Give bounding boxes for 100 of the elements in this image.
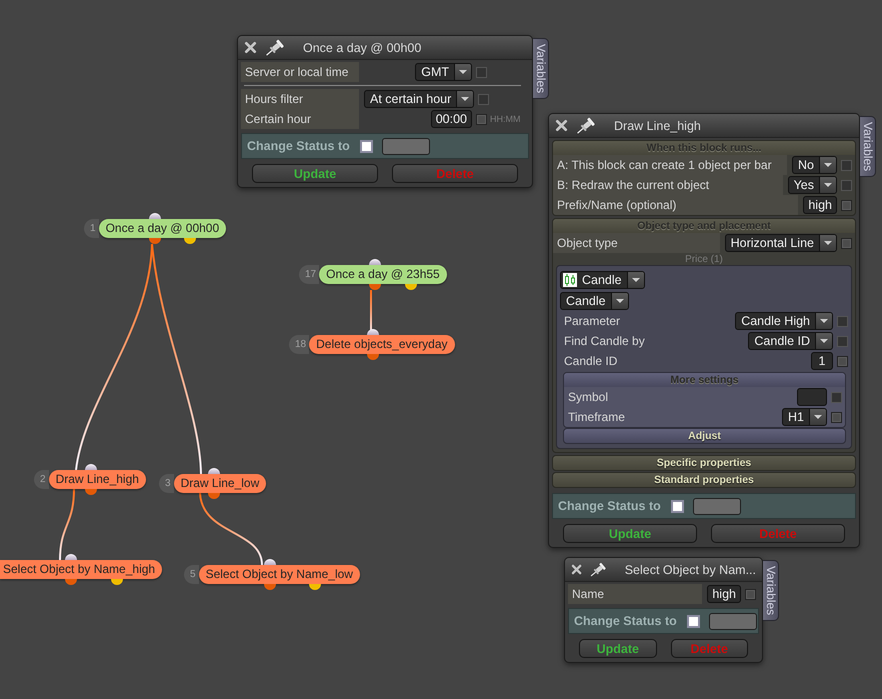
input-port-icon[interactable]	[264, 559, 276, 565]
dropdown[interactable]: At certain hour	[364, 90, 474, 108]
caret-icon	[814, 415, 822, 419]
input-port-icon[interactable]	[148, 213, 161, 219]
field-label: Server or local time	[241, 62, 359, 82]
checkbox[interactable]	[745, 588, 756, 600]
node-number: 1	[84, 219, 99, 238]
dropdown[interactable]: GMT	[415, 63, 472, 81]
field-label: Object type	[553, 233, 720, 253]
update-button[interactable]: Update	[579, 639, 656, 658]
caret-icon	[616, 298, 624, 302]
node-number: 17	[299, 265, 320, 284]
checkbox[interactable]	[837, 356, 848, 366]
dropdown[interactable]: Yes	[788, 176, 837, 194]
caret-icon	[824, 241, 832, 245]
dropdown[interactable]: Horizontal Line	[724, 234, 837, 252]
close-icon[interactable]	[571, 563, 582, 576]
update-button[interactable]: Update	[563, 524, 697, 543]
caret-icon	[459, 70, 467, 74]
checkbox[interactable]	[360, 140, 373, 152]
status-field[interactable]	[382, 138, 430, 154]
variables-tab[interactable]: Variables	[860, 116, 876, 178]
output-port-icon[interactable]	[148, 238, 161, 244]
text-field[interactable]: high	[707, 585, 741, 603]
status-field[interactable]	[693, 498, 741, 514]
field-label: Prefix/Name (optional)	[553, 195, 798, 215]
field-label: Hours filter	[241, 89, 359, 109]
field-label: Symbol	[567, 389, 610, 406]
variables-tab[interactable]: Variables	[533, 38, 549, 100]
format-hint: HH:MM	[490, 114, 522, 124]
candlestick-icon	[563, 272, 577, 286]
node-number: 2	[34, 470, 49, 489]
output-port-icon[interactable]	[65, 579, 78, 585]
field-label: Certain hour	[241, 109, 359, 129]
field-label: Timeframe	[567, 409, 626, 426]
flow-node[interactable]: Draw Line_low	[174, 474, 266, 493]
checkbox[interactable]	[476, 114, 487, 124]
input-port-icon[interactable]	[65, 554, 78, 560]
input-port-icon[interactable]	[369, 259, 382, 265]
group-title: Price (1)	[684, 254, 724, 265]
variables-tab[interactable]: Variables	[763, 560, 779, 622]
field-label: Parameter	[563, 313, 622, 330]
status-label: Change Status to	[574, 614, 678, 628]
node-number: 18	[289, 335, 310, 354]
flow-node[interactable]: Once a day @ 00h00	[98, 219, 226, 238]
flow-node[interactable]: Delete objects_everyday	[309, 335, 455, 354]
flow-node[interactable]: Draw Line_high	[48, 470, 146, 489]
dropdown[interactable]: No	[792, 156, 837, 174]
checkbox[interactable]	[841, 200, 852, 210]
text-field[interactable]: high	[803, 196, 837, 214]
caret-icon	[824, 183, 832, 187]
window-title: Select Object by Nam...	[624, 562, 756, 576]
section-header[interactable]: Standard properties	[552, 472, 856, 488]
alt-output-port-icon[interactable]	[404, 284, 417, 290]
section-header[interactable]: Specific properties	[552, 455, 856, 471]
output-port-icon[interactable]	[208, 493, 220, 499]
output-port-icon[interactable]	[85, 489, 98, 495]
text-field[interactable]	[797, 388, 827, 406]
caret-icon	[820, 319, 828, 323]
text-field[interactable]: 00:00	[430, 110, 472, 128]
flow-node[interactable]: Once a day @ 23h55	[319, 265, 447, 284]
caret-icon	[461, 97, 470, 101]
text-field[interactable]: 1	[811, 352, 833, 370]
flow-node[interactable]: Select Object by Name_low	[198, 565, 360, 584]
alt-output-port-icon[interactable]	[308, 584, 321, 590]
status-label: Change Status to	[247, 139, 351, 153]
checkbox[interactable]	[831, 412, 842, 422]
status-field[interactable]	[709, 612, 757, 630]
dropdown[interactable]: Candle High	[735, 312, 833, 330]
connection-line	[59, 488, 75, 560]
alt-output-port-icon[interactable]	[184, 238, 196, 244]
input-port-icon[interactable]	[367, 329, 380, 335]
update-button[interactable]: Update	[252, 164, 378, 183]
flow-node[interactable]: Select Object by Name_high	[0, 560, 162, 579]
close-icon[interactable]	[555, 119, 568, 132]
checkbox[interactable]	[671, 500, 684, 512]
node-number: 3	[159, 474, 174, 493]
field-label: A: This block can create 1 object per bar	[553, 155, 788, 175]
dropdown[interactable]: Candle	[560, 270, 645, 288]
caret-icon	[632, 278, 640, 282]
dropdown[interactable]: Candle	[560, 292, 629, 310]
window-title: Once a day @ 00h00	[303, 40, 422, 54]
checkbox[interactable]	[687, 614, 700, 628]
section-header[interactable]: Adjust	[563, 428, 846, 444]
alt-output-port-icon[interactable]	[110, 579, 123, 585]
status-label: Change Status to	[558, 499, 662, 513]
output-port-icon[interactable]	[264, 584, 276, 590]
output-port-icon[interactable]	[367, 354, 380, 360]
input-port-icon[interactable]	[85, 464, 98, 470]
caret-icon	[824, 163, 832, 167]
checkbox[interactable]	[841, 238, 852, 248]
dropdown[interactable]: Candle ID	[748, 332, 833, 350]
close-icon[interactable]	[244, 41, 257, 54]
input-port-icon[interactable]	[208, 468, 220, 474]
field-label: Find Candle by	[563, 333, 646, 350]
field-label: Candle ID	[563, 353, 618, 370]
dropdown[interactable]: H1	[782, 408, 827, 426]
caret-icon	[820, 339, 828, 343]
window-title: Draw Line_high	[614, 118, 701, 132]
output-port-icon[interactable]	[369, 284, 382, 290]
